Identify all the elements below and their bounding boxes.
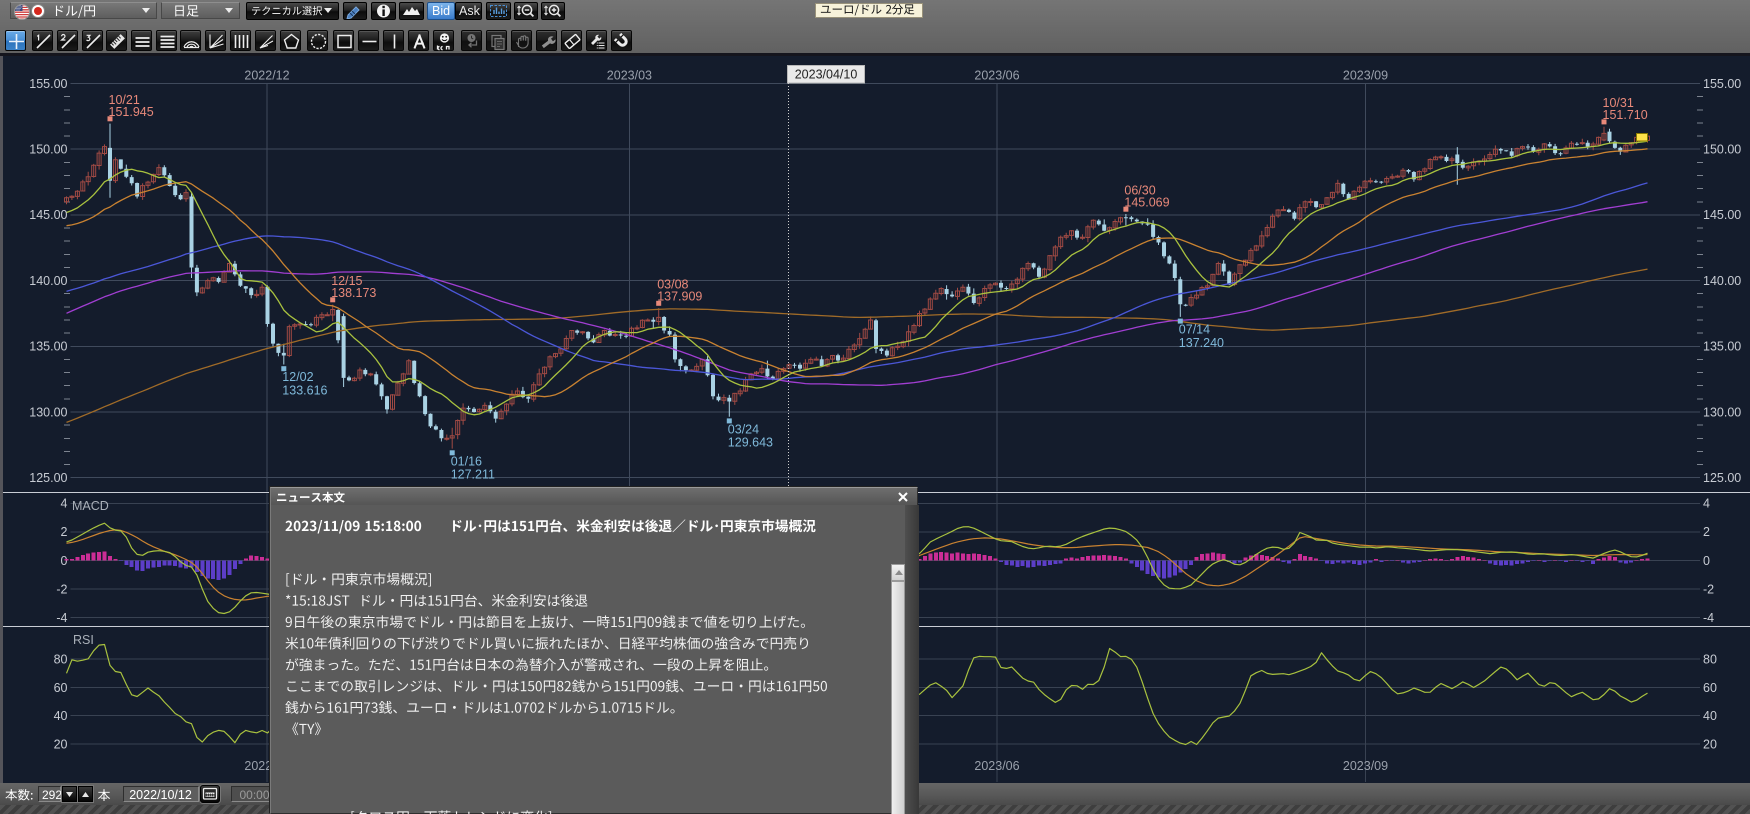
svg-text:145.00: 145.00 bbox=[29, 208, 67, 222]
svg-text:145.069: 145.069 bbox=[1124, 195, 1169, 209]
svg-text:150.00: 150.00 bbox=[29, 143, 67, 157]
svg-text:-2: -2 bbox=[1703, 582, 1714, 596]
svg-text:RSI: RSI bbox=[73, 633, 94, 647]
svg-text:12/02: 12/02 bbox=[282, 370, 313, 384]
svg-text:20: 20 bbox=[54, 737, 68, 751]
svg-text:-2: -2 bbox=[56, 582, 67, 596]
svg-text:80: 80 bbox=[1703, 653, 1717, 667]
svg-text:MACD: MACD bbox=[72, 499, 109, 513]
svg-text:138.173: 138.173 bbox=[331, 286, 376, 300]
svg-text:137.240: 137.240 bbox=[1179, 336, 1224, 350]
svg-text:130.00: 130.00 bbox=[29, 405, 67, 419]
svg-text:2023/09: 2023/09 bbox=[1343, 759, 1388, 773]
svg-text:150.00: 150.00 bbox=[1703, 143, 1741, 157]
svg-text:155.00: 155.00 bbox=[29, 77, 67, 91]
svg-text:129.643: 129.643 bbox=[728, 436, 773, 450]
svg-text:07/14: 07/14 bbox=[1179, 323, 1210, 337]
svg-text:127.211: 127.211 bbox=[451, 468, 495, 482]
svg-text:2023/04/10: 2023/04/10 bbox=[795, 68, 858, 82]
svg-text:-4: -4 bbox=[56, 611, 67, 625]
svg-text:2022/12: 2022/12 bbox=[244, 69, 289, 83]
svg-text:145.00: 145.00 bbox=[1703, 208, 1741, 222]
svg-text:20: 20 bbox=[1703, 737, 1717, 751]
svg-text:125.00: 125.00 bbox=[29, 471, 67, 485]
svg-text:140.00: 140.00 bbox=[29, 274, 67, 288]
svg-text:60: 60 bbox=[54, 681, 68, 695]
svg-text:4: 4 bbox=[61, 497, 68, 511]
svg-text:60: 60 bbox=[1703, 681, 1717, 695]
svg-text:133.616: 133.616 bbox=[282, 383, 327, 397]
svg-text:2: 2 bbox=[61, 525, 68, 539]
svg-text:140.00: 140.00 bbox=[1703, 274, 1741, 288]
svg-text:80: 80 bbox=[54, 653, 68, 667]
svg-text:0: 0 bbox=[61, 554, 68, 568]
svg-text:2023/06: 2023/06 bbox=[974, 759, 1019, 773]
svg-text:4: 4 bbox=[1703, 497, 1710, 511]
svg-text:2023/03: 2023/03 bbox=[607, 69, 652, 83]
svg-text:155.00: 155.00 bbox=[1703, 77, 1741, 91]
svg-text:01/16: 01/16 bbox=[451, 454, 482, 468]
svg-text:40: 40 bbox=[1703, 709, 1717, 723]
svg-text:151.710: 151.710 bbox=[1603, 108, 1648, 122]
svg-text:2: 2 bbox=[1703, 525, 1710, 539]
svg-text:135.00: 135.00 bbox=[1703, 340, 1741, 354]
svg-text:137.909: 137.909 bbox=[657, 290, 702, 304]
svg-text:0: 0 bbox=[1703, 554, 1710, 568]
svg-text:03/24: 03/24 bbox=[728, 422, 759, 436]
svg-text:2023/09: 2023/09 bbox=[1343, 69, 1388, 83]
svg-text:2023/06: 2023/06 bbox=[974, 69, 1019, 83]
svg-text:-4: -4 bbox=[1703, 611, 1714, 625]
svg-text:151.945: 151.945 bbox=[109, 105, 154, 119]
svg-text:125.00: 125.00 bbox=[1703, 471, 1741, 485]
svg-text:135.00: 135.00 bbox=[29, 340, 67, 354]
svg-text:130.00: 130.00 bbox=[1703, 405, 1741, 419]
svg-text:40: 40 bbox=[54, 709, 68, 723]
